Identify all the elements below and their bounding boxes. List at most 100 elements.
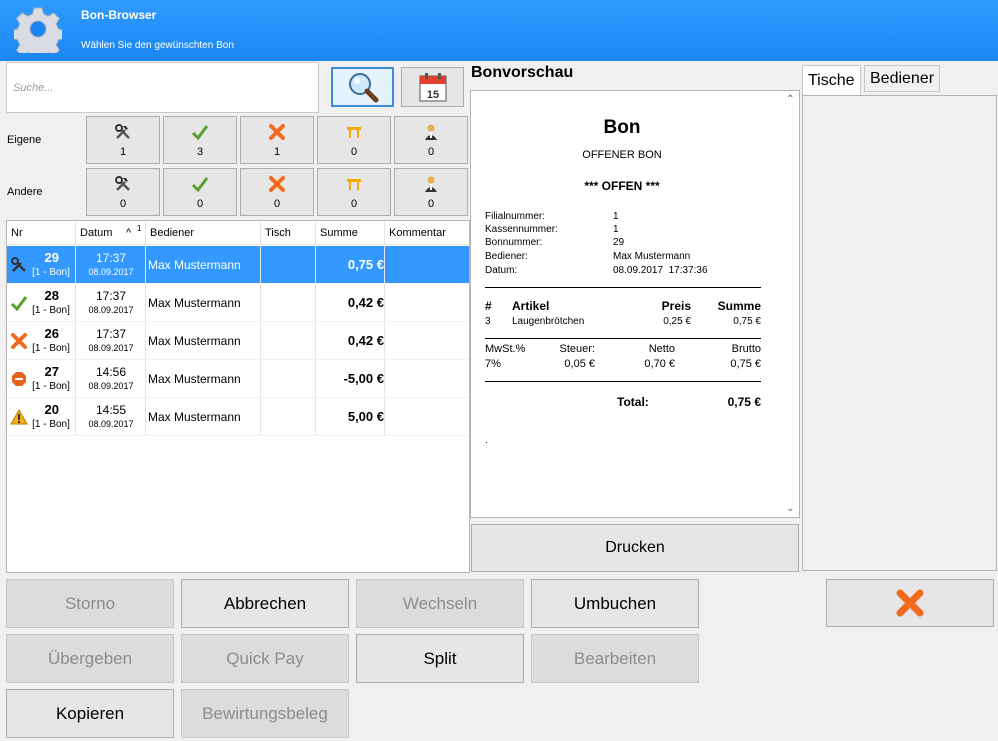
- list-header: Nr Datum ^ 1 Bediener Tisch Summe Kommen…: [7, 221, 469, 245]
- tax-col-net: Netto: [648, 343, 675, 355]
- search-input[interactable]: [7, 63, 318, 112]
- preview-title: Bonvorschau: [471, 64, 574, 81]
- abbrechen-button[interactable]: Abbrechen: [181, 579, 349, 628]
- own-filter-cancelled[interactable]: 1: [240, 116, 314, 164]
- umbuchen-button[interactable]: Umbuchen: [531, 579, 699, 628]
- divider: [485, 381, 761, 382]
- item-price: 0,25 €: [663, 316, 691, 327]
- total-label: Total:: [617, 395, 649, 409]
- sort-index: 1: [137, 224, 142, 233]
- info-value: 08.09.2017 17:37:36: [613, 265, 708, 276]
- chevron-up-icon[interactable]: ⌃: [782, 91, 799, 108]
- column-nr[interactable]: Nr: [7, 221, 76, 245]
- cancel-x-icon: [269, 123, 285, 140]
- other-filter-table[interactable]: 0: [317, 168, 391, 216]
- chevron-down-icon[interactable]: ⌄: [782, 500, 799, 517]
- row-date: 08.09.2017: [88, 381, 134, 391]
- tax-col-rate: MwSt.%: [485, 343, 526, 355]
- count: 0: [350, 197, 358, 210]
- column-datum[interactable]: Datum ^ 1: [76, 221, 146, 245]
- search-box: [6, 62, 319, 113]
- print-button[interactable]: Drucken: [471, 524, 799, 572]
- calendar-icon: 15: [419, 73, 446, 102]
- other-filter-waiter[interactable]: 0: [394, 168, 468, 216]
- check-icon: [191, 176, 209, 192]
- quick-pay-button[interactable]: Quick Pay: [181, 634, 349, 683]
- table-row[interactable]: 29 [1 - Bon] 17:37 08.09.2017 Max Muster…: [7, 246, 469, 284]
- tax-net: 0,70 €: [644, 358, 675, 370]
- search-button[interactable]: [331, 67, 394, 107]
- info-value: 1: [613, 224, 619, 235]
- item-sum: 0,75 €: [733, 316, 761, 327]
- row-sum: -5,00 €: [343, 371, 384, 386]
- row-nr: 26: [44, 326, 59, 341]
- other-filter-cancelled[interactable]: 0: [240, 168, 314, 216]
- kopieren-button[interactable]: Kopieren: [6, 689, 174, 738]
- tab-tische[interactable]: Tische: [802, 65, 861, 95]
- table-row[interactable]: 26 [1 - Bon] 17:37 08.09.2017 Max Muster…: [7, 322, 469, 360]
- other-filter-paid[interactable]: 0: [163, 168, 237, 216]
- column-summe[interactable]: Summe: [316, 221, 385, 245]
- row-date: 08.09.2017: [88, 419, 134, 429]
- row-sub: [1 - Bon]: [32, 267, 70, 278]
- count: 0: [119, 197, 127, 210]
- count: 0: [273, 197, 281, 210]
- tab-panel: [802, 95, 997, 571]
- row-date: 08.09.2017: [88, 343, 134, 353]
- total-value: 0,75 €: [727, 395, 761, 409]
- tools-icon: [11, 257, 26, 272]
- own-filter-open[interactable]: 1: [86, 116, 160, 164]
- cancel-x-icon: [269, 175, 285, 192]
- row-sum: 5,00 €: [347, 409, 384, 424]
- other-filter-open[interactable]: 0: [86, 168, 160, 216]
- magnifier-icon: [348, 73, 378, 103]
- info-label: Bonnummer:: [485, 237, 543, 248]
- row-waiter: Max Mustermann: [148, 410, 241, 424]
- column-bediener[interactable]: Bediener: [146, 221, 261, 245]
- info-value: 1: [613, 211, 619, 222]
- tab-bediener[interactable]: Bediener: [864, 65, 941, 92]
- column-kommentar[interactable]: Kommentar: [385, 221, 469, 245]
- bearbeiten-button[interactable]: Bearbeiten: [531, 634, 699, 683]
- count: 0: [350, 145, 358, 158]
- receipt-scrollbar[interactable]: ⌃ ⌄: [782, 91, 799, 517]
- receipt-status: *** OFFEN ***: [584, 179, 660, 193]
- storno-button[interactable]: Storno: [6, 579, 174, 628]
- own-filter-paid[interactable]: 3: [163, 116, 237, 164]
- table-row[interactable]: 20 [1 - Bon] 14:55 08.09.2017 Max Muster…: [7, 398, 469, 436]
- info-label: Filialnummer:: [485, 211, 546, 222]
- wechseln-button[interactable]: Wechseln: [356, 579, 524, 628]
- info-label: Kassennummer:: [485, 224, 558, 235]
- column-tisch[interactable]: Tisch: [261, 221, 316, 245]
- count: 0: [196, 197, 204, 210]
- uebergeben-button[interactable]: Übergeben: [6, 634, 174, 683]
- own-filter-table[interactable]: 0: [317, 116, 391, 164]
- tools-icon: [115, 123, 130, 139]
- own-filter-waiter[interactable]: 0: [394, 116, 468, 164]
- table-icon: [347, 126, 361, 138]
- tax-rate: 7%: [485, 358, 501, 370]
- row-sub: [1 - Bon]: [32, 419, 70, 430]
- receipt-preview: Bon OFFENER BON *** OFFEN *** Filialnumm…: [470, 90, 800, 518]
- calendar-button[interactable]: 15: [401, 67, 464, 107]
- item-qty: 3: [485, 316, 491, 327]
- table-row[interactable]: 27 [1 - Bon] 14:56 08.09.2017 Max Muster…: [7, 360, 469, 398]
- row-time: 14:55: [95, 403, 127, 417]
- col-sum: Summe: [717, 299, 761, 313]
- table-row[interactable]: 28 [1 - Bon] 17:37 08.09.2017 Max Muster…: [7, 284, 469, 322]
- bewirtungsbeleg-button[interactable]: Bewirtungsbeleg: [181, 689, 349, 738]
- stop-octagon-icon: [12, 372, 26, 386]
- divider: [485, 338, 761, 339]
- col-article: Artikel: [512, 299, 550, 313]
- split-button[interactable]: Split: [356, 634, 524, 683]
- other-label: Andere: [7, 186, 43, 198]
- row-date: 08.09.2017: [88, 267, 134, 277]
- row-sub: [1 - Bon]: [32, 343, 70, 354]
- item-name: Laugenbrötchen: [512, 316, 585, 327]
- close-button[interactable]: [826, 579, 994, 627]
- close-icon: [896, 589, 924, 617]
- row-sum: 0,42 €: [347, 295, 384, 310]
- waiter-icon: [425, 176, 437, 192]
- column-datum-label: Datum: [80, 227, 113, 239]
- sort-arrow-icon: ^: [126, 227, 132, 239]
